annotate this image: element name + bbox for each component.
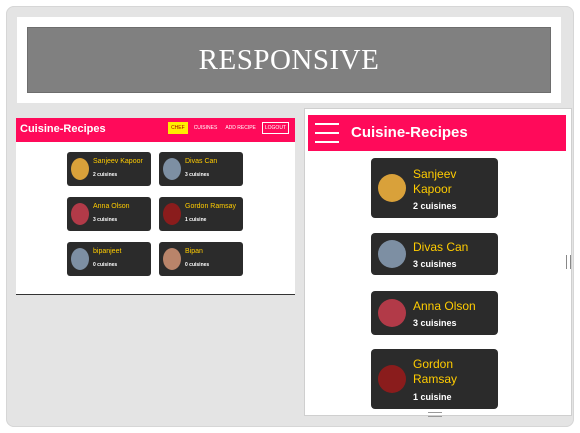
chef-name: Anna Olson [93, 203, 130, 210]
chef-card[interactable]: Gordon Ramsay 1 cuisine [159, 197, 243, 231]
chef-avatar [71, 248, 89, 270]
chef-avatar [71, 158, 89, 180]
chef-cuisine-count: 3 cuisines [185, 172, 210, 178]
chef-avatar [71, 203, 89, 225]
chef-avatar [378, 174, 406, 202]
chef-card[interactable]: bipanjeet 0 cuisines [67, 242, 151, 276]
chef-cuisine-count: 1 cuisine [413, 392, 452, 402]
chef-card[interactable]: Anna Olson 3 cuisines [67, 197, 151, 231]
chef-name: Divas Can [185, 158, 218, 165]
hamburger-menu-icon[interactable] [315, 123, 339, 143]
desktop-brand[interactable]: Cuisine-Recipes [20, 123, 106, 135]
chef-card[interactable]: Sanjeev Kapoor 2 cuisines [371, 158, 498, 218]
mobile-navbar: Cuisine-Recipes [308, 115, 566, 151]
chef-cuisine-count: 2 cuisines [413, 201, 457, 211]
resize-handle-bottom[interactable] [428, 412, 442, 417]
chef-avatar [163, 203, 181, 225]
mobile-brand[interactable]: Cuisine-Recipes [351, 124, 468, 141]
chef-card[interactable]: Bipan 0 cuisines [159, 242, 243, 276]
chef-card[interactable]: Divas Can 3 cuisines [371, 233, 498, 275]
chef-cuisine-count: 3 cuisines [93, 217, 118, 223]
chef-cuisine-count: 3 cuisines [413, 318, 457, 328]
chef-name: Anna Olson [413, 299, 476, 313]
chef-avatar [163, 248, 181, 270]
slide-title: RESPONSIVE [198, 43, 380, 76]
chef-name: bipanjeet [93, 248, 122, 255]
chef-name: Gordon Ramsay [413, 357, 458, 386]
chef-cuisine-count: 0 cuisines [185, 262, 210, 268]
chef-name: Sanjeev Kapoor [413, 167, 457, 196]
chef-name: Gordon Ramsay [185, 203, 236, 210]
chef-avatar [378, 299, 406, 327]
chef-name: Divas Can [413, 240, 469, 254]
resize-handle[interactable] [566, 255, 571, 269]
chef-name: Sanjeev Kapoor [93, 158, 143, 165]
desktop-screenshot: Cuisine-Recipes CHEF CUISINES ADD RECIPE… [16, 118, 295, 295]
nav-logout[interactable]: LOGOUT [261, 122, 289, 134]
chef-card[interactable]: Anna Olson 3 cuisines [371, 291, 498, 335]
chef-card[interactable]: Sanjeev Kapoor 2 cuisines [67, 152, 151, 186]
chef-name: Bipan [185, 248, 203, 255]
desktop-nav-links: CHEF CUISINES ADD RECIPE LOGOUT [168, 122, 289, 134]
mobile-screenshot: Cuisine-Recipes Sanjeev Kapoor 2 cuisine… [304, 108, 572, 416]
chef-cuisine-count: 1 cuisine [185, 217, 207, 223]
chef-cuisine-count: 0 cuisines [93, 262, 118, 268]
nav-chef[interactable]: CHEF [168, 122, 188, 134]
chef-card[interactable]: Divas Can 3 cuisines [159, 152, 243, 186]
chef-avatar [378, 240, 406, 268]
title-banner: RESPONSIVE [27, 27, 551, 93]
chef-avatar [378, 365, 406, 393]
chef-cuisine-count: 2 cuisines [93, 172, 118, 178]
chef-card[interactable]: Gordon Ramsay 1 cuisine [371, 349, 498, 409]
nav-add-recipe[interactable]: ADD RECIPE [223, 123, 258, 133]
chef-cuisine-count: 3 cuisines [413, 259, 457, 269]
nav-cuisines[interactable]: CUISINES [192, 123, 220, 133]
desktop-navbar: Cuisine-Recipes CHEF CUISINES ADD RECIPE… [16, 118, 295, 142]
chef-avatar [163, 158, 181, 180]
